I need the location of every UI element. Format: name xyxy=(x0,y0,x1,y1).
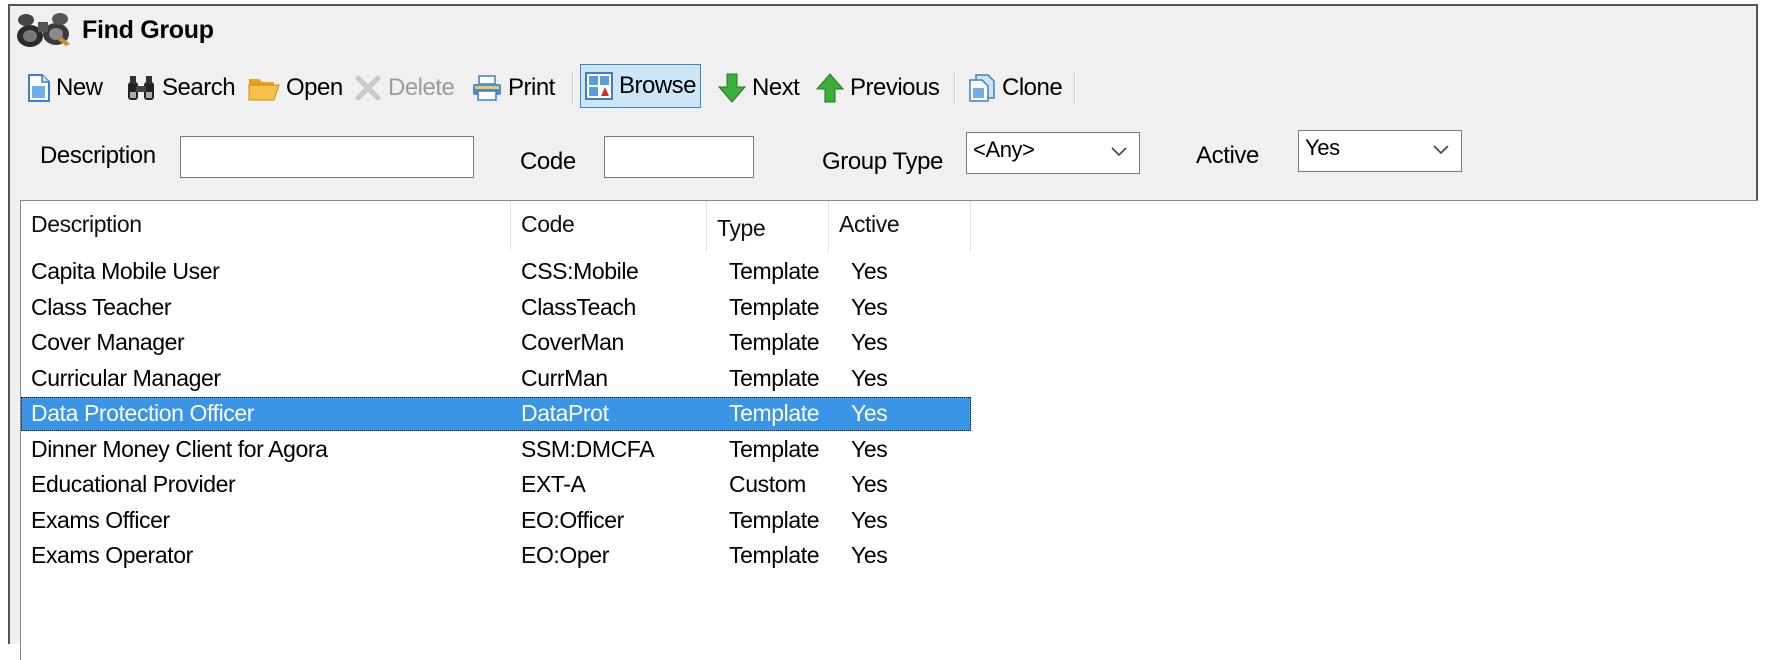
clone-button[interactable]: Clone xyxy=(968,70,1063,106)
cell-type: Template xyxy=(729,542,820,568)
cell-description: Dinner Money Client for Agora xyxy=(31,435,328,462)
table-row[interactable]: Curricular Manager CurrMan Template Yes xyxy=(21,362,971,396)
cell-active: Yes xyxy=(851,293,888,320)
cell-code: ClassTeach xyxy=(521,293,636,320)
browse-button[interactable]: Browse xyxy=(580,64,702,108)
delete-button[interactable]: Delete xyxy=(354,70,455,106)
table-row[interactable]: Exams Officer EO:Officer Template Yes xyxy=(21,504,971,538)
cell-description: Exams Operator xyxy=(31,542,193,568)
next-button[interactable]: Next xyxy=(718,70,800,106)
next-label: Next xyxy=(752,74,800,101)
find-group-window: Find Group New Search Open Delete Print … xyxy=(8,4,1758,660)
delete-x-icon xyxy=(355,75,381,101)
new-label: New xyxy=(56,74,103,101)
table-row[interactable]: Educational Provider EXT-A Custom Yes xyxy=(21,468,971,502)
cell-type: Template xyxy=(729,400,820,426)
print-label: Print xyxy=(508,74,555,101)
print-button[interactable]: Print xyxy=(472,70,555,106)
arrow-up-icon xyxy=(816,73,844,103)
cell-code: CurrMan xyxy=(521,364,608,391)
clone-icon xyxy=(969,74,995,102)
new-button[interactable]: New xyxy=(28,70,103,106)
group-type-filter-label: Group Type xyxy=(822,148,943,175)
delete-label: Delete xyxy=(388,74,455,101)
search-button[interactable]: Search xyxy=(126,70,236,106)
search-label: Search xyxy=(162,74,236,101)
column-header-type[interactable]: Type xyxy=(707,201,829,251)
table-row[interactable]: Data Protection Officer DataProt Template Y… xyxy=(21,397,971,431)
cell-active: Yes xyxy=(851,258,888,284)
active-value: Yes xyxy=(1305,135,1340,160)
previous-label: Previous xyxy=(850,74,940,101)
cell-type: Template xyxy=(729,435,820,462)
groups-grid: Description Code Type Active Capita Mobi… xyxy=(20,200,1758,660)
printer-icon xyxy=(473,75,501,101)
folder-open-icon xyxy=(248,79,280,101)
cell-type: Template xyxy=(729,506,820,533)
table-row[interactable]: Class Teacher ClassTeach Template Yes xyxy=(21,291,971,325)
window-title: Find Group xyxy=(82,16,214,44)
cell-type: Template xyxy=(729,293,820,320)
toolbar: New Search Open Delete Print Browse Next… xyxy=(20,64,1756,112)
column-header-active[interactable]: Active xyxy=(829,201,971,251)
cell-type: Custom xyxy=(729,471,806,497)
code-filter-input[interactable] xyxy=(604,136,754,178)
clone-label: Clone xyxy=(1002,74,1063,101)
chevron-down-icon xyxy=(1433,145,1449,155)
table-row[interactable]: Cover Manager CoverMan Template Yes xyxy=(21,326,971,360)
open-button[interactable]: Open xyxy=(248,70,343,106)
browse-label: Browse xyxy=(619,72,697,99)
cell-description: Cover Manager xyxy=(31,329,185,355)
column-header-description[interactable]: Description xyxy=(21,201,511,251)
cell-type: Template xyxy=(729,364,820,391)
active-select[interactable]: Yes xyxy=(1298,130,1462,172)
cell-active: Yes xyxy=(851,542,888,568)
open-label: Open xyxy=(286,74,343,101)
cell-code: EO:Officer xyxy=(521,506,624,533)
browse-icon xyxy=(585,72,613,100)
chevron-down-icon xyxy=(1111,147,1127,157)
cell-code: EXT-A xyxy=(521,471,586,497)
cell-active: Yes xyxy=(851,435,888,462)
cell-type: Template xyxy=(729,329,820,355)
column-header-code[interactable]: Code xyxy=(511,201,707,251)
cell-description: Educational Provider xyxy=(31,471,236,497)
group-type-value: <Any> xyxy=(973,137,1035,162)
cell-description: Data Protection Officer xyxy=(31,400,255,426)
cell-code: SSM:DMCFA xyxy=(521,435,655,462)
arrow-down-icon xyxy=(718,73,746,103)
cell-active: Yes xyxy=(851,471,888,497)
cell-code: EO:Oper xyxy=(521,542,609,568)
cell-active: Yes xyxy=(851,400,888,426)
binoculars-search-icon xyxy=(128,76,154,100)
toolbar-separator xyxy=(1074,72,1076,104)
previous-button[interactable]: Previous xyxy=(816,70,940,106)
cell-description: Class Teacher xyxy=(31,293,172,320)
cell-code: DataProt xyxy=(521,400,609,426)
new-document-icon xyxy=(28,74,50,102)
table-row[interactable]: Dinner Money Client for Agora SSM:DMCFA Te… xyxy=(21,433,971,467)
toolbar-separator xyxy=(572,72,574,104)
cell-description: Exams Officer xyxy=(31,506,170,533)
cell-description: Capita Mobile User xyxy=(31,258,220,284)
active-filter-label: Active xyxy=(1196,142,1259,169)
title-bar: Find Group xyxy=(10,6,1756,56)
cell-code: CSS:Mobile xyxy=(521,258,639,284)
cell-active: Yes xyxy=(851,506,888,533)
table-row[interactable]: Exams Operator EO:Oper Template Yes xyxy=(21,539,971,573)
cell-type: Template xyxy=(729,258,820,284)
description-filter-input[interactable] xyxy=(180,136,474,178)
table-row[interactable]: Capita Mobile User CSS:Mobile Template Yes xyxy=(21,255,971,289)
code-filter-label: Code xyxy=(520,148,576,175)
cell-active: Yes xyxy=(851,364,888,391)
group-type-select[interactable]: <Any> xyxy=(966,132,1140,174)
cell-active: Yes xyxy=(851,329,888,355)
description-filter-label: Description xyxy=(40,142,156,169)
cell-description: Curricular Manager xyxy=(31,364,221,391)
binoculars-icon xyxy=(17,13,70,47)
toolbar-separator xyxy=(954,72,956,104)
cell-code: CoverMan xyxy=(521,329,624,355)
